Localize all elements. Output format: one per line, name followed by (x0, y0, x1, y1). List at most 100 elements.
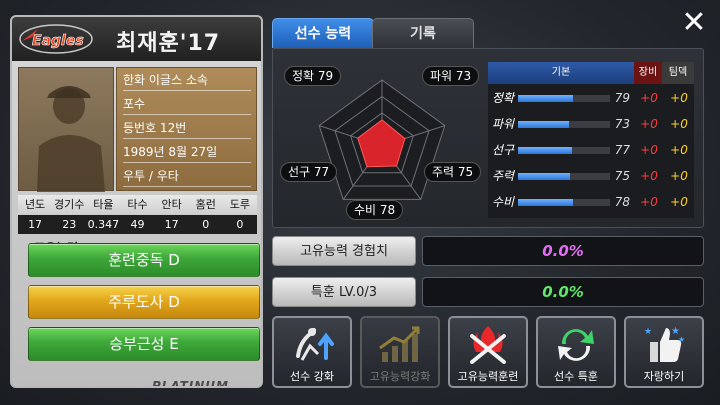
stat-row: 선구 77 +0 +0 (488, 138, 694, 163)
tab-record[interactable]: 기록 (372, 18, 474, 48)
player-info-box: 한화 이글스 소속 포수 등번호 12번 1989년 8월 27일 우투 / 우… (116, 67, 257, 191)
player-birthdate: 1989년 8월 27일 (123, 142, 251, 163)
player-number: 등번호 12번 (123, 118, 251, 139)
special-training-label: 특훈 LV.0/3 (272, 277, 416, 307)
special-training-action-label: 선수 특훈 (554, 370, 598, 383)
growth-chart-icon (379, 326, 420, 362)
eagles-logo-icon: Eagles (19, 24, 93, 54)
stat-bar-fill (518, 173, 571, 180)
stat-name: 주력 (492, 169, 515, 183)
header-base: 기본 (488, 62, 634, 84)
value-cell: 0 (202, 218, 210, 231)
player-name: 최재훈'17 (116, 31, 221, 56)
svg-text:★: ★ (678, 335, 685, 344)
unique-ability-upgrade-button[interactable]: 고유능력강화 (360, 316, 440, 388)
stat-bar-fill (518, 121, 570, 128)
radar-label-contact: 정확 79 (284, 66, 342, 86)
stat-bar-fill (518, 95, 574, 102)
stat-bar-track (518, 147, 610, 154)
stat-bar-fill (518, 147, 572, 154)
radar-label-speed: 주력 75 (424, 162, 482, 182)
show-off-label: 자랑하기 (643, 370, 685, 383)
player-position: 포수 (123, 94, 251, 115)
stat-equip-bonus: +0 (640, 91, 658, 105)
card-grade: PLATINUM (152, 379, 229, 388)
unique-ability-button-3[interactable]: 승부근성 E (28, 327, 260, 361)
radar-label-eye: 선구 77 (280, 162, 338, 182)
player-upgrade-button[interactable]: 선수 강화 (272, 316, 352, 388)
stat-bar-track (518, 95, 610, 102)
record-summary-table: 년도 경기수 타율 타수 안타 홈런 도루 17 23 0.347 49 17 … (18, 195, 257, 235)
stat-row: 수비 78 +0 +0 (488, 190, 694, 215)
value-cell: 17 (164, 218, 179, 231)
stat-table-header: 기본 장비 팀덱 (488, 62, 694, 84)
stat-perk-bonus: +0 (670, 169, 688, 183)
stat-bar-track (518, 199, 610, 206)
player-card: Eagles 최재훈'17 한화 이글스 소속 포수 등번호 12번 1989년… (10, 15, 263, 388)
player-photo (18, 67, 114, 192)
stat-row: 주력 75 +0 +0 (488, 164, 694, 189)
stat-bar-track (518, 121, 610, 128)
unique-ability-training-button[interactable]: 고유능력훈련 (448, 316, 528, 388)
stat-value: 78 (614, 195, 630, 209)
header-cell: 도루 (229, 198, 251, 211)
stat-value: 79 (614, 91, 630, 105)
show-off-button[interactable]: ★ ★ ★ 자랑하기 (624, 316, 704, 388)
stat-equip-bonus: +0 (640, 169, 658, 183)
recycle-arrows-icon (558, 329, 594, 361)
value-cell: 0 (236, 218, 244, 231)
player-handedness: 우투 / 우타 (123, 166, 251, 187)
header-cell: 안타 (161, 198, 182, 211)
header-cell: 년도 (24, 198, 46, 211)
unique-exp-bar: 0.0% (422, 236, 704, 266)
unique-ability-button-2[interactable]: 주루도사 D (28, 285, 260, 319)
stat-equip-bonus: +0 (640, 143, 658, 157)
record-summary-header: 년도 경기수 타율 타수 안타 홈런 도루 (18, 195, 257, 214)
stat-perk-bonus: +0 (670, 143, 688, 157)
value-cell: 23 (62, 218, 77, 231)
stat-bar-track (518, 173, 610, 180)
stat-name: 선구 (492, 143, 515, 157)
special-training-bar: 0.0% (422, 277, 704, 307)
player-silhouette-icon (37, 86, 105, 192)
record-summary-values: 17 23 0.347 49 17 0 0 (18, 215, 257, 234)
radar-label-power: 파워 73 (422, 66, 480, 86)
stat-row: 파워 73 +0 +0 (488, 112, 694, 137)
unique-exp-value: 0.0% (542, 242, 584, 260)
batter-upgrade-icon (296, 328, 334, 361)
stat-perk-bonus: +0 (670, 91, 688, 105)
stat-equip-bonus: +0 (640, 117, 658, 131)
unique-ability-training-label: 고유능력훈련 (457, 370, 519, 383)
header-perk: 팀덱 (662, 62, 694, 84)
stat-bar-fill (518, 199, 573, 206)
stat-name: 파워 (492, 117, 515, 131)
header-cell: 경기수 (54, 198, 85, 211)
svg-text:Eagles: Eagles (32, 33, 84, 49)
header-equip: 장비 (634, 62, 662, 84)
value-cell: 0.347 (87, 218, 120, 231)
stat-name: 정확 (492, 91, 515, 105)
ability-stat-table: 기본 장비 팀덱 정확 79 +0 +0 파워 73 +0 +0 선구 77 +0 +0 주력 75 +0 +… (488, 62, 694, 218)
thumbs-up-icon: ★ ★ ★ (644, 326, 685, 362)
stat-value: 73 (614, 117, 630, 131)
stat-value: 77 (614, 143, 630, 157)
value-cell: 17 (28, 218, 43, 231)
header-cell: 홈런 (195, 198, 216, 211)
stat-name: 수비 (492, 195, 515, 209)
stat-perk-bonus: +0 (670, 117, 688, 131)
special-training-button[interactable]: 선수 특훈 (536, 316, 616, 388)
player-team: 한화 이글스 소속 (123, 70, 251, 91)
special-training-value: 0.0% (542, 283, 584, 301)
stat-value: 75 (614, 169, 630, 183)
value-cell: 49 (130, 218, 145, 231)
header-cell: 타율 (93, 198, 114, 211)
close-icon[interactable]: ✕ (680, 8, 708, 38)
stat-perk-bonus: +0 (670, 195, 688, 209)
unique-exp-label: 고유능력 경험치 (272, 236, 416, 266)
unique-ability-button-1[interactable]: 훈련중독 D (28, 243, 260, 277)
unique-ability-upgrade-label: 고유능력강화 (369, 370, 431, 383)
stat-equip-bonus: +0 (640, 195, 658, 209)
player-upgrade-label: 선수 강화 (290, 370, 334, 383)
stat-row: 정확 79 +0 +0 (488, 86, 694, 111)
tab-player-ability[interactable]: 선수 능력 (272, 18, 374, 48)
